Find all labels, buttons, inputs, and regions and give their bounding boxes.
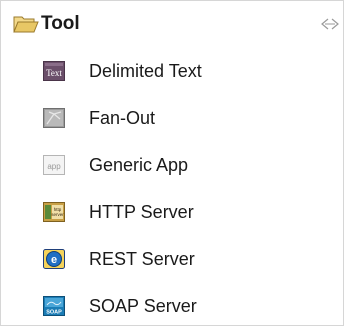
palette-item-label: HTTP Server: [89, 202, 194, 222]
palette-item-label: Delimited Text: [89, 61, 202, 81]
palette-item-label: Fan-Out: [89, 108, 156, 128]
palette-item-label: REST Server: [89, 249, 195, 269]
palette-tool-list: Text Delimited Text Fan-Out app Generic …: [1, 47, 343, 329]
soap-server-icon: SOAP: [43, 296, 65, 316]
delimited-text-icon: Text: [43, 61, 65, 81]
collapse-arrows-icon[interactable]: [321, 18, 339, 30]
svg-text:SOAP: SOAP: [46, 310, 62, 316]
palette-item-rest-server[interactable]: e REST Server: [1, 235, 343, 282]
svg-text:Text: Text: [46, 68, 62, 78]
svg-text:server: server: [51, 212, 64, 217]
palette-item-delimited-text[interactable]: Text Delimited Text: [1, 47, 343, 94]
svg-text:e: e: [51, 254, 57, 266]
generic-app-icon: app: [43, 155, 65, 175]
fan-out-icon: [43, 108, 65, 128]
palette-item-label: Generic App: [89, 155, 189, 175]
svg-text:app: app: [47, 162, 61, 171]
palette-item-label: SOAP Server: [89, 296, 197, 316]
http-server-icon: http server: [43, 202, 65, 222]
palette-item-soap-server[interactable]: SOAP SOAP Server: [1, 282, 343, 329]
palette-panel: Tool Text Delimited Text Fan-Out app Gen…: [0, 0, 344, 326]
palette-item-fan-out[interactable]: Fan-Out: [1, 94, 343, 141]
palette-drawer-header[interactable]: Tool: [1, 1, 343, 47]
palette-drawer-title: Tool: [41, 13, 80, 34]
palette-item-generic-app[interactable]: app Generic App: [1, 141, 343, 188]
rest-server-icon: e: [43, 249, 65, 269]
palette-item-http-server[interactable]: http server HTTP Server: [1, 188, 343, 235]
open-folder-icon: [13, 16, 39, 33]
